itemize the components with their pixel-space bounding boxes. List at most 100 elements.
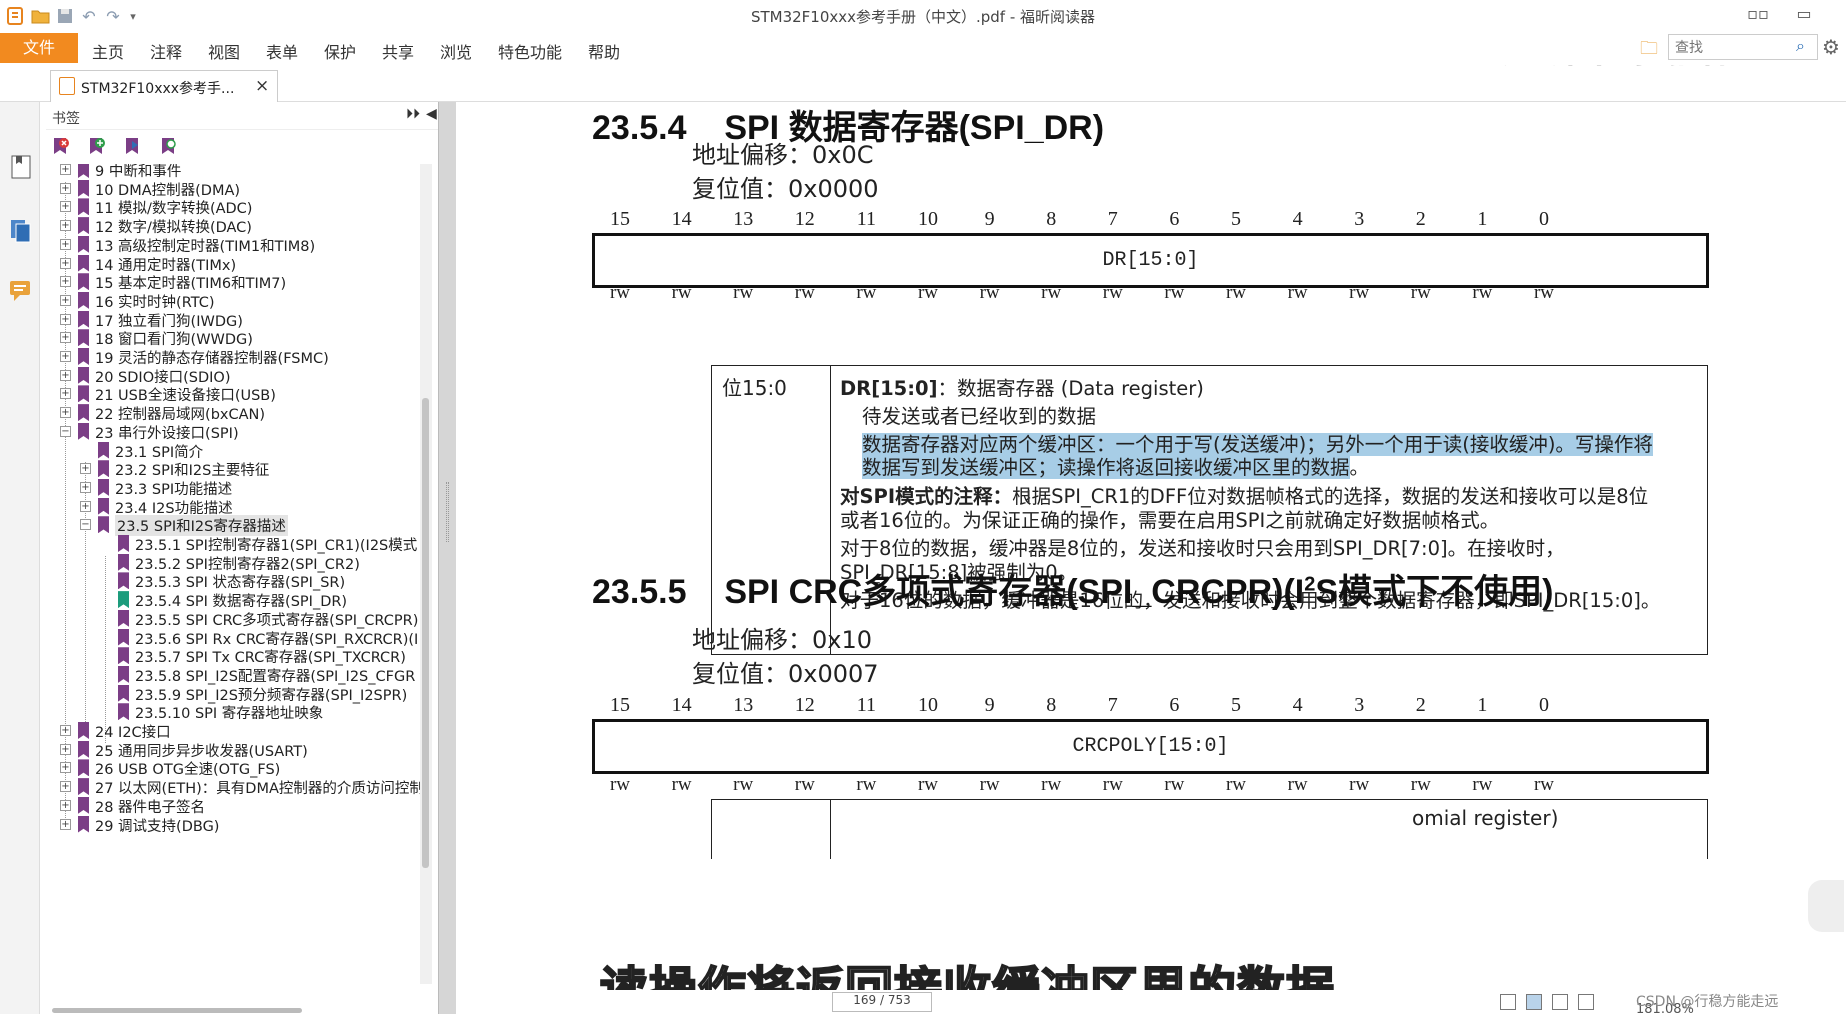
bookmark-label: 29 调试支持(DBG) [95, 818, 220, 835]
bit-number: 1 [1477, 208, 1488, 230]
access-label: rw [1164, 774, 1185, 795]
close-icon[interactable]: × [255, 76, 269, 96]
bookmark-item[interactable]: +29 调试支持(DBG) [40, 814, 420, 836]
section-title-suffix: S模式下不使用) [1315, 573, 1554, 611]
access-label: rw [1225, 774, 1247, 795]
bit-number: 12 [794, 694, 815, 716]
expand-icon[interactable]: + [80, 500, 91, 512]
expand-icon[interactable]: + [60, 725, 71, 736]
expand-icon[interactable]: + [60, 313, 71, 325]
panel-pin-icon[interactable]: ⏵⏵ [406, 106, 420, 122]
bookmark-flag-icon [78, 348, 89, 365]
bit-number: 3 [1354, 694, 1365, 716]
access-label: rw [856, 774, 877, 795]
layout-icon[interactable]: ▫▫ [1744, 4, 1772, 26]
bit-number: 8 [1046, 208, 1057, 230]
expand-icon[interactable]: + [60, 238, 71, 250]
bookmark-flag-icon [118, 665, 129, 683]
search-icon[interactable]: ⌕ [1796, 36, 1805, 56]
bookmark-panel-icon[interactable] [8, 154, 34, 180]
expand-icon[interactable]: + [60, 201, 71, 213]
menu-view[interactable]: 视图 [208, 39, 240, 63]
collapse-icon[interactable]: − [60, 425, 71, 437]
csdn-watermark: CSDN @行稳方能走远 [1636, 994, 1779, 1010]
pdf-file-icon [59, 77, 75, 95]
floating-side-control[interactable] [1808, 880, 1844, 932]
expand-icon[interactable]: + [60, 762, 71, 774]
gear-icon[interactable]: ⚙ [1822, 35, 1840, 59]
document-tab-bar: STM32F10xxx参考手... × [0, 66, 1846, 102]
menu-features[interactable]: 特色功能 [498, 39, 562, 63]
menu-home[interactable]: 主页 [92, 39, 124, 63]
bookmark-hscrollbar[interactable] [52, 1006, 412, 1014]
document-page: 23.5.4 SPI 数据寄存器(SPI_DR) 地址偏移：0x0C 复位值：0… [456, 102, 1846, 990]
collapse-icon[interactable]: − [80, 519, 91, 531]
single-page-view-icon[interactable] [1500, 994, 1516, 1010]
bit-range: 位15:0 [722, 376, 787, 400]
bit-number: 1 [1477, 694, 1488, 716]
menu-share[interactable]: 共享 [382, 39, 414, 63]
expand-icon[interactable]: + [60, 276, 71, 288]
comments-panel-icon[interactable] [8, 278, 34, 304]
expand-bookmark-icon[interactable] [122, 136, 142, 156]
expand-icon[interactable]: + [60, 781, 71, 793]
expand-icon[interactable]: + [60, 294, 71, 306]
section-heading: 23.5.5 SPI CRC多项式寄存器(SPI_CRCPR)(I2S模式下不使… [592, 564, 1553, 613]
bookmark-flag-icon [118, 684, 129, 702]
page-number-field[interactable]: 169 / 753 [832, 992, 932, 1012]
bookmark-scrollbar[interactable] [420, 164, 432, 984]
field-name: DR[15:0] [840, 377, 938, 400]
pages-panel-icon[interactable] [8, 218, 34, 244]
access-label: rw [733, 774, 754, 795]
menu-browse[interactable]: 浏览 [440, 39, 472, 63]
access-label: rw [1349, 774, 1370, 795]
minimize-button[interactable]: ▭ [1790, 4, 1818, 26]
expand-icon[interactable]: + [80, 463, 91, 475]
splitter-grip[interactable] [446, 482, 449, 542]
expand-icon[interactable]: + [60, 351, 71, 362]
menu-help[interactable]: 帮助 [588, 39, 620, 63]
bookmark-toolbar [46, 132, 438, 162]
expand-icon[interactable]: + [60, 369, 71, 381]
text-cursor-icon: I [1026, 487, 1032, 508]
expand-icon[interactable]: + [60, 164, 71, 175]
expand-icon[interactable]: + [60, 743, 71, 755]
menu-protect[interactable]: 保护 [324, 39, 356, 63]
menu-form[interactable]: 表单 [266, 39, 298, 63]
expand-icon[interactable]: + [60, 818, 71, 830]
expand-icon[interactable]: + [60, 182, 71, 194]
expand-icon[interactable]: + [60, 407, 71, 419]
facing-view-icon[interactable] [1552, 994, 1568, 1010]
panel-collapse-icon[interactable]: ◀ [426, 106, 437, 122]
bookmark-flag-icon [78, 722, 89, 739]
highlighted-text[interactable]: 数据写到发送缓冲区；读操作将返回接收缓冲区里的数据 [862, 456, 1350, 479]
bookmark-flag-icon [98, 516, 109, 534]
expand-icon[interactable]: + [60, 257, 71, 269]
panel-splitter[interactable] [438, 102, 456, 1014]
access-label: rw [1164, 282, 1185, 303]
expand-icon[interactable]: + [60, 220, 71, 232]
description-line: 数据写到发送缓冲区；读操作将返回接收缓冲区里的数据。 [862, 451, 1369, 480]
expand-icon[interactable]: + [60, 332, 71, 344]
tab-document[interactable]: STM32F10xxx参考手... × [50, 70, 278, 102]
bookmark-scrollbar-thumb[interactable] [422, 398, 429, 868]
add-bookmark-icon[interactable] [86, 136, 106, 156]
bit-number: 7 [1107, 694, 1118, 716]
menu-comment[interactable]: 注释 [150, 39, 182, 63]
bit-number: 6 [1169, 208, 1180, 230]
menu-file[interactable]: 文件 [0, 33, 78, 63]
find-bookmark-icon[interactable] [158, 136, 178, 156]
bookmark-flag-icon [98, 460, 109, 478]
expand-icon[interactable]: + [60, 388, 71, 400]
delete-bookmark-icon[interactable] [50, 136, 70, 156]
expand-icon[interactable]: + [60, 799, 71, 811]
bit-number: 13 [733, 694, 754, 716]
continuous-facing-view-icon[interactable] [1578, 994, 1594, 1010]
expand-icon[interactable]: + [80, 481, 91, 493]
bookmark-hscrollbar-thumb[interactable] [52, 1008, 302, 1013]
bookmark-flag-icon [78, 740, 89, 758]
bookmark-flag-icon [78, 179, 89, 197]
access-label: rw [1349, 282, 1370, 303]
bookmark-flag-icon [118, 572, 129, 590]
continuous-view-icon[interactable] [1526, 994, 1542, 1010]
